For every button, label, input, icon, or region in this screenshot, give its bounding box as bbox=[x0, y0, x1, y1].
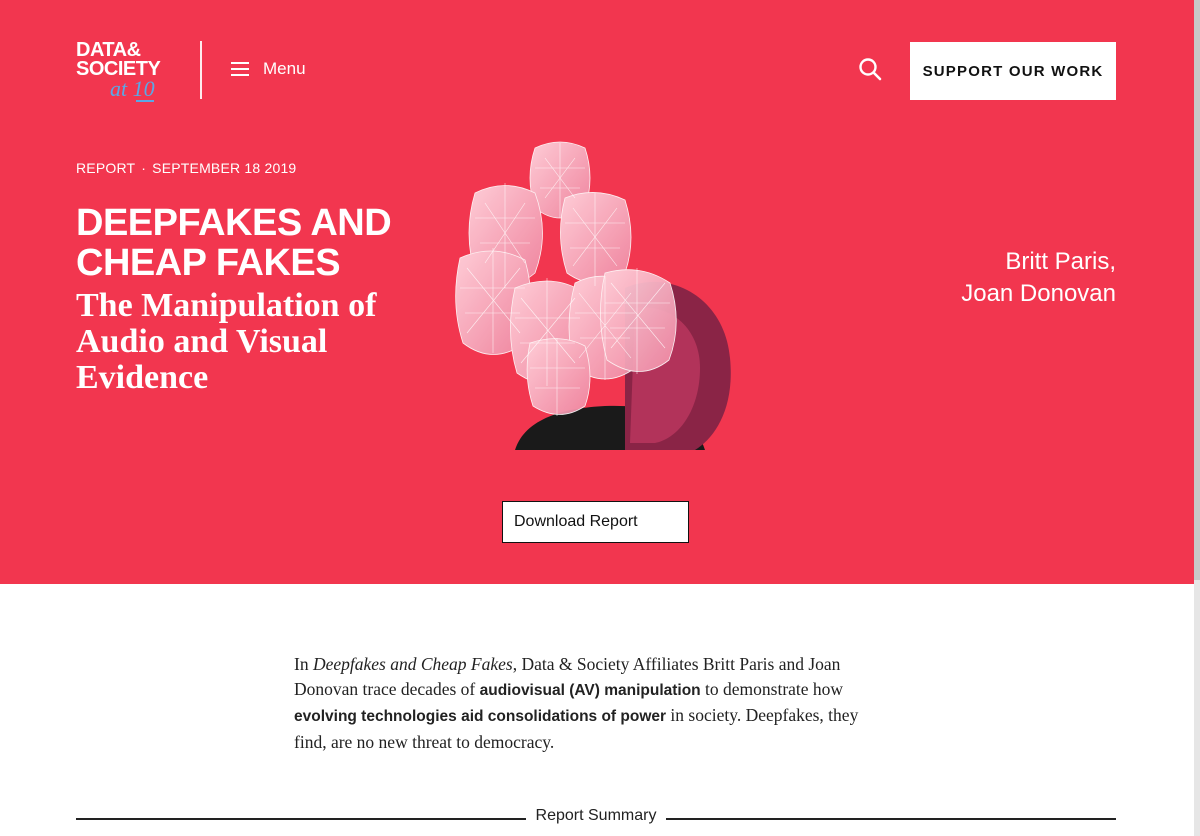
intro-text-1: In bbox=[294, 654, 313, 674]
menu-button[interactable]: Menu bbox=[231, 57, 306, 81]
report-type: REPORT bbox=[76, 160, 136, 176]
report-date: SEPTEMBER 18 2019 bbox=[152, 160, 297, 176]
report-meta: REPORT · SEPTEMBER 18 2019 bbox=[76, 160, 296, 176]
report-authors: Britt Paris, Joan Donovan bbox=[961, 246, 1116, 310]
intro-highlight-1: audiovisual (AV) manipulation bbox=[479, 681, 701, 699]
menu-label: Menu bbox=[263, 59, 306, 78]
intro-highlight-2: evolving technologies aid consolidations… bbox=[294, 708, 667, 725]
author-1[interactable]: Britt Paris, bbox=[961, 246, 1116, 278]
download-report-button[interactable]: Download Report bbox=[502, 501, 689, 543]
page-subtitle: The Manipulation of Audio and Visual Evi… bbox=[76, 287, 377, 396]
hero-illustration bbox=[455, 141, 731, 450]
scrollbar-track[interactable] bbox=[1194, 0, 1200, 836]
section-heading-report-summary: Report Summary bbox=[535, 807, 657, 824]
logo-underline bbox=[136, 100, 154, 102]
section-rule-right bbox=[666, 818, 1116, 820]
report-intro: In Deepfakes and Cheap Fakes, Data & Soc… bbox=[294, 652, 894, 754]
scrollbar-thumb[interactable] bbox=[1194, 0, 1200, 580]
intro-report-title: Deepfakes and Cheap Fakes bbox=[312, 654, 513, 674]
author-2[interactable]: Joan Donovan bbox=[961, 278, 1116, 310]
hamburger-icon bbox=[231, 61, 249, 77]
page-title: DEEPFAKES AND CHEAP FAKES bbox=[76, 202, 392, 284]
support-our-work-button[interactable]: SUPPORT OUR WORK bbox=[910, 42, 1116, 100]
section-rule-left bbox=[76, 818, 526, 820]
logo-anniversary: at 10 bbox=[110, 76, 155, 101]
search-button[interactable] bbox=[858, 57, 882, 81]
header-divider bbox=[200, 41, 202, 99]
meta-separator: · bbox=[141, 160, 147, 176]
site-logo[interactable]: DATA& SOCIETY at 10 bbox=[76, 40, 162, 103]
intro-text-3: to demonstrate how bbox=[700, 678, 844, 699]
search-icon bbox=[859, 58, 882, 81]
